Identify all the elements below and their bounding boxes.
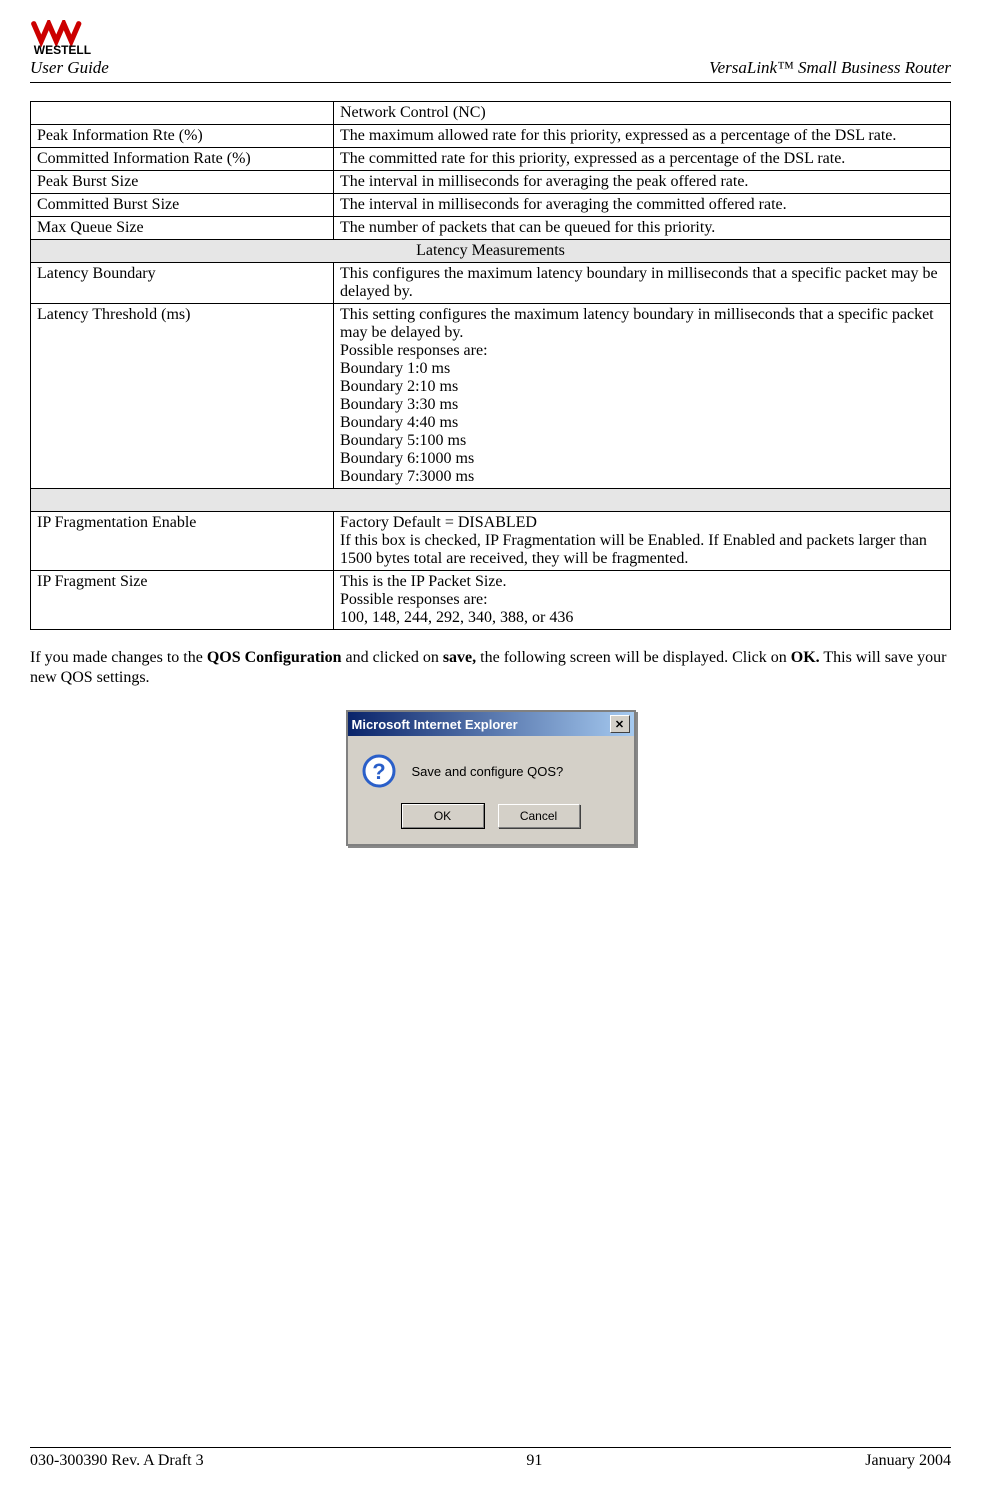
page-footer: 030-300390 Rev. A Draft 3 91 January 200…: [30, 1447, 951, 1470]
logo-text: WESTELL: [34, 43, 91, 56]
dialog-buttons: OK Cancel: [348, 798, 634, 844]
westell-logo: WESTELL: [30, 20, 120, 56]
table-row: Peak Burst SizeThe interval in milliseco…: [31, 171, 951, 194]
dialog-body: ? Save and configure QOS?: [348, 736, 634, 798]
row-label: Latency Threshold (ms): [31, 304, 334, 489]
table-row: IP Fragmentation EnableFactory Default =…: [31, 512, 951, 571]
table-row: Committed Information Rate (%)The commit…: [31, 148, 951, 171]
user-guide-label: User Guide: [30, 58, 109, 78]
para-bold-qos: QOS Configuration: [207, 649, 342, 666]
row-description: The number of packets that can be queued…: [334, 217, 951, 240]
cancel-button[interactable]: Cancel: [498, 804, 580, 828]
para-text: and clicked on: [342, 649, 443, 666]
question-icon: ?: [362, 754, 396, 788]
body-paragraph: If you made changes to the QOS Configura…: [30, 648, 951, 688]
confirm-dialog: Microsoft Internet Explorer ✕ ? Save and…: [346, 710, 636, 846]
svg-text:?: ?: [372, 759, 385, 784]
table-row: Peak Information Rte (%)The maximum allo…: [31, 125, 951, 148]
row-description: The interval in milliseconds for averagi…: [334, 194, 951, 217]
row-label: Peak Burst Size: [31, 171, 334, 194]
footer-right: January 2004: [865, 1452, 951, 1470]
row-description: Factory Default = DISABLED If this box i…: [334, 512, 951, 571]
row-label: Committed Burst Size: [31, 194, 334, 217]
footer-left: 030-300390 Rev. A Draft 3: [30, 1452, 204, 1470]
table-row: Committed Burst SizeThe interval in mill…: [31, 194, 951, 217]
row-description: This configures the maximum latency boun…: [334, 263, 951, 304]
table-row: IP Fragment SizeThis is the IP Packet Si…: [31, 571, 951, 630]
dialog-title: Microsoft Internet Explorer: [352, 717, 518, 732]
qos-config-table: Network Control (NC)Peak Information Rte…: [30, 101, 951, 630]
row-description: This is the IP Packet Size. Possible res…: [334, 571, 951, 630]
row-label: Max Queue Size: [31, 217, 334, 240]
row-description: The interval in milliseconds for averagi…: [334, 171, 951, 194]
ok-button[interactable]: OK: [402, 804, 484, 828]
para-text: If you made changes to the: [30, 649, 207, 666]
row-description: The maximum allowed rate for this priori…: [334, 125, 951, 148]
footer-page-number: 91: [526, 1452, 542, 1470]
para-text: the following screen will be displayed. …: [476, 649, 791, 666]
row-label: Committed Information Rate (%): [31, 148, 334, 171]
product-title: VersaLink™ Small Business Router: [709, 58, 951, 78]
close-icon[interactable]: ✕: [610, 715, 630, 733]
table-row: Max Queue SizeThe number of packets that…: [31, 217, 951, 240]
table-row: Latency BoundaryThis configures the maxi…: [31, 263, 951, 304]
row-label: Peak Information Rte (%): [31, 125, 334, 148]
para-bold-save: save,: [443, 649, 476, 666]
page-header: WESTELL User Guide VersaLink™ Small Busi…: [30, 20, 951, 83]
table-row: Latency Threshold (ms)This setting confi…: [31, 304, 951, 489]
section-separator: [31, 489, 951, 512]
row-description: This setting configures the maximum late…: [334, 304, 951, 489]
dialog-screenshot: Microsoft Internet Explorer ✕ ? Save and…: [30, 710, 951, 846]
row-label: IP Fragment Size: [31, 571, 334, 630]
row-label: [31, 102, 334, 125]
row-description: Network Control (NC): [334, 102, 951, 125]
dialog-message: Save and configure QOS?: [412, 764, 564, 779]
logo-block: WESTELL User Guide: [30, 20, 120, 78]
row-label: Latency Boundary: [31, 263, 334, 304]
table-row: Network Control (NC): [31, 102, 951, 125]
dialog-titlebar: Microsoft Internet Explorer ✕: [348, 712, 634, 736]
para-bold-ok: OK.: [791, 649, 820, 666]
section-header-latency: Latency Measurements: [31, 240, 951, 263]
row-description: The committed rate for this priority, ex…: [334, 148, 951, 171]
row-label: IP Fragmentation Enable: [31, 512, 334, 571]
